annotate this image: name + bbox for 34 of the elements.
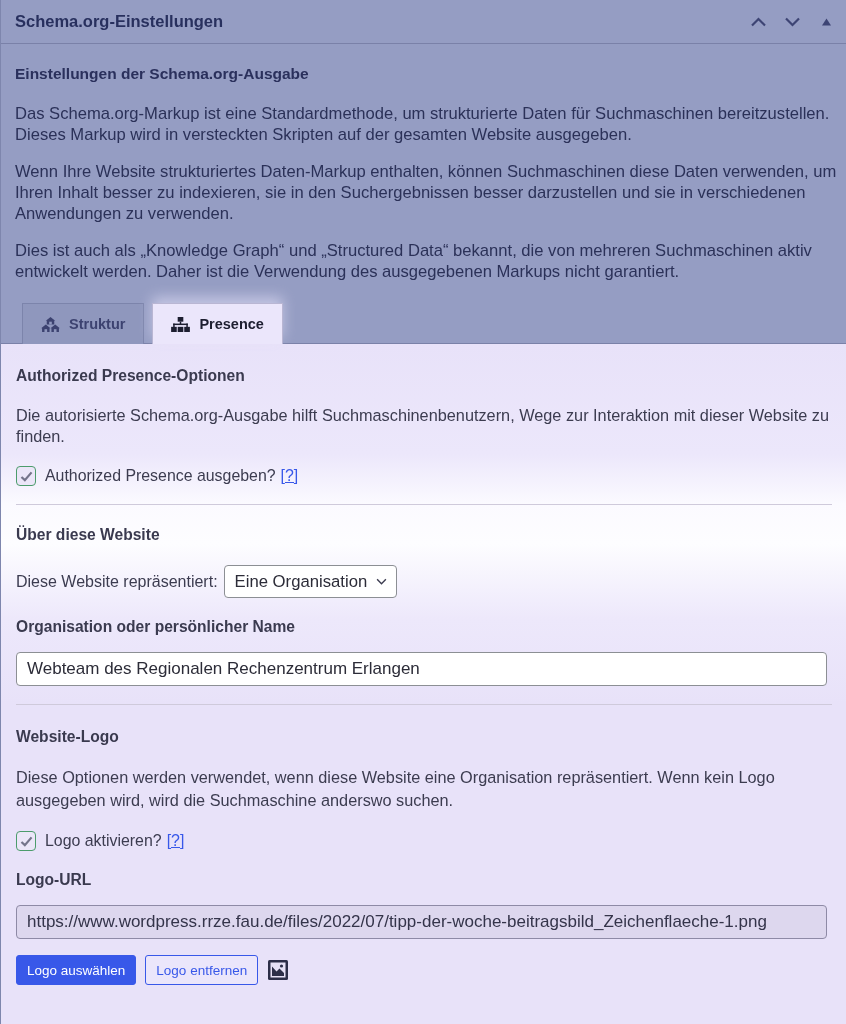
description-text: Die autorisierte Schema.org-Ausgabe hilft Suchmaschinenbenutzern, Wege zur Interaktion mit dieser Website zu finden. [16,405,830,447]
section-heading: Website-Logo [16,727,120,747]
hierarchy-icon [171,316,191,332]
text-field[interactable]: Webteam des Regionalen Rechenzentrum Erlangen [16,652,827,686]
chevron-up-icon[interactable] [750,16,767,27]
checkbox-label: Logo aktivieren? [45,832,162,850]
chevron-down-icon[interactable] [784,16,801,27]
chevron-down-icon [376,578,388,585]
help-link[interactable]: [?] [280,467,299,485]
intro-paragraph: Das Schema.org-Markup ist eine Standardmethode, um strukturierte Daten für Suchmaschinen bereitzustellen. Dieses Markup wird in versteckten Skripten auf der gesamten Website ausgegeben. [15,103,831,145]
collapse-triangle-icon[interactable] [822,17,831,26]
image-icon[interactable] [268,960,289,980]
checkbox[interactable] [16,831,36,851]
field-label: Logo-URL [16,870,93,890]
checkmark-icon [19,835,33,847]
intro-paragraph: Wenn Ihre Website strukturiertes Daten-Markup enthalten, können Suchmaschinen diese Daten verwenden, um Ihren Inhalt besser zu indexieren, sie in den Suchergebnissen besser darzustellen und sie in verschiedenen Anwendungen zu verwenden. [15,161,838,224]
panel-title: Schema.org-Einstellungen [15,12,225,31]
tab[interactable]: Presence [152,303,283,344]
intro-heading: Einstellungen der Schema.org-Ausgabe [15,64,310,84]
outline-button[interactable]: Logo entfernen [145,955,259,985]
field-label: Organisation oder persönlicher Name [16,617,297,637]
select-label: Diese Website repräsentiert: [16,572,218,591]
primary-button[interactable]: Logo auswählen [16,955,137,985]
help-link[interactable]: [?] [166,832,185,850]
houses-icon [41,316,60,332]
description-text: Diese Optionen werden verwendet, wenn diese Website eine Organisation repräsentiert. Wenn kein Logo ausgegeben wird, wird die Suchmaschine anderswo suchen. [16,767,776,811]
checkmark-icon [19,470,33,482]
tab[interactable]: Struktur [22,303,145,344]
intro-paragraph: Dies ist auch als „Knowledge Graph“ und „Structured Data“ bekannt, die von mehreren Suchmaschinen aktiv entwickelt werden. Daher ist die Verwendung des ausgegebenen Markups nicht garantiert. [15,240,813,282]
section-heading: Authorized Presence-Optionen [16,366,246,386]
checkbox[interactable] [16,466,36,486]
section-heading: Über diese Website [16,525,161,545]
dropdown[interactable]: Eine Organisation [223,565,398,598]
checkbox-label: Authorized Presence ausgeben? [45,467,276,485]
